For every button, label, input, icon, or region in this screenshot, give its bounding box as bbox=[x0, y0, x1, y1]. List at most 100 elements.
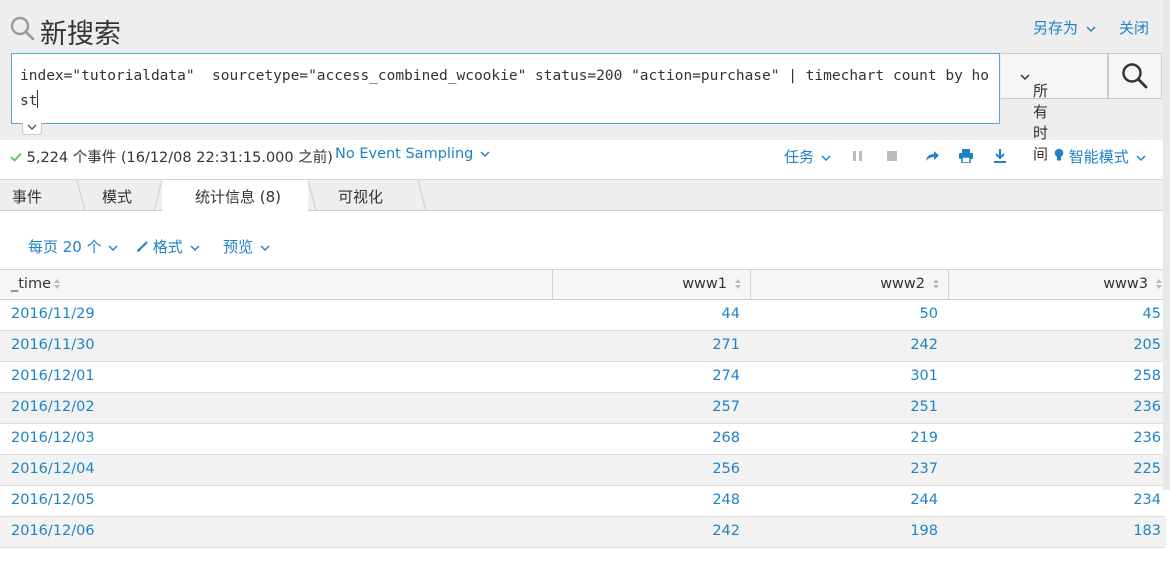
value-cell-www3[interactable]: 236 bbox=[1133, 399, 1161, 415]
close-button[interactable]: 关闭 bbox=[1119, 17, 1149, 38]
page-title: 新搜索 bbox=[40, 19, 121, 50]
time-cell[interactable]: 2016/12/02 bbox=[11, 399, 95, 415]
table-row: 2016/12/06 242 198 183 bbox=[0, 517, 1166, 548]
time-cell[interactable]: 2016/12/03 bbox=[11, 430, 95, 446]
share-icon[interactable] bbox=[924, 146, 940, 167]
value-cell-www3[interactable]: 234 bbox=[1133, 492, 1161, 508]
table-row: 2016/11/29 44 50 45 bbox=[0, 300, 1166, 331]
preview-label: 预览 bbox=[223, 238, 254, 256]
per-page-label: 每页 20 个 bbox=[28, 238, 102, 256]
sort-icon bbox=[1156, 279, 1162, 289]
text-cursor bbox=[37, 90, 39, 108]
value-cell-www2[interactable]: 219 bbox=[910, 430, 938, 446]
table-row: 2016/12/04 256 237 225 bbox=[0, 455, 1166, 486]
value-cell-www3[interactable]: 258 bbox=[1133, 368, 1161, 384]
per-page-menu[interactable]: 每页 20 个 bbox=[28, 236, 118, 257]
value-cell-www1[interactable]: 248 bbox=[712, 492, 740, 508]
event-count-status: 5,224 个事件 (16/12/08 22:31:15.000 之前) bbox=[10, 146, 333, 167]
chevron-down-icon bbox=[108, 245, 118, 252]
results-tabs: 事件 模式 统计信息 (8) 可视化 bbox=[0, 179, 1170, 212]
value-cell-www2[interactable]: 301 bbox=[910, 368, 938, 384]
page-scrollbar[interactable] bbox=[1163, 0, 1170, 490]
tab-statistics[interactable]: 统计信息 (8) bbox=[162, 180, 308, 212]
chevron-down-icon bbox=[1086, 26, 1096, 33]
tab-visualization-label: 可视化 bbox=[338, 188, 384, 206]
export-icon[interactable] bbox=[992, 146, 1008, 168]
time-cell[interactable]: 2016/12/06 bbox=[11, 523, 95, 539]
stop-icon[interactable] bbox=[886, 146, 898, 167]
column-header-www1[interactable]: www1 bbox=[553, 270, 751, 300]
time-cell[interactable]: 2016/12/01 bbox=[11, 368, 95, 384]
chevron-down-icon bbox=[27, 124, 37, 130]
search-title-icon bbox=[10, 16, 36, 46]
value-cell-www2[interactable]: 251 bbox=[910, 399, 938, 415]
table-row: 2016/12/05 248 244 234 bbox=[0, 486, 1166, 517]
value-cell-www2[interactable]: 198 bbox=[910, 523, 938, 539]
bulb-icon bbox=[1054, 148, 1064, 161]
preview-menu[interactable]: 预览 bbox=[223, 236, 270, 257]
sort-icon bbox=[54, 279, 60, 289]
pencil-icon bbox=[137, 241, 148, 252]
table-row: 2016/12/03 268 219 236 bbox=[0, 424, 1166, 455]
value-cell-www1[interactable]: 256 bbox=[712, 461, 740, 477]
event-sampling-menu[interactable]: No Event Sampling bbox=[335, 146, 490, 162]
time-range-label: 所有时间 bbox=[1033, 82, 1049, 163]
tab-patterns-label: 模式 bbox=[102, 188, 133, 206]
value-cell-www2[interactable]: 50 bbox=[920, 306, 938, 322]
tab-events[interactable]: 事件 bbox=[0, 180, 78, 211]
value-cell-www1[interactable]: 242 bbox=[712, 523, 740, 539]
time-cell[interactable]: 2016/11/29 bbox=[11, 306, 95, 322]
table-header-row: _time www1 www2 www3 bbox=[0, 269, 1166, 300]
value-cell-www3[interactable]: 236 bbox=[1133, 430, 1161, 446]
column-header-www2[interactable]: www2 bbox=[751, 270, 949, 300]
tab-events-label: 事件 bbox=[12, 188, 43, 206]
chevron-down-icon bbox=[821, 155, 831, 162]
search-query-input[interactable]: index="tutorialdata" sourcetype="access_… bbox=[11, 53, 1000, 124]
format-menu[interactable]: 格式 bbox=[137, 236, 200, 257]
value-cell-www3[interactable]: 183 bbox=[1133, 523, 1161, 539]
value-cell-www1[interactable]: 271 bbox=[712, 337, 740, 353]
chevron-down-icon bbox=[1136, 155, 1146, 162]
tab-visualization[interactable]: 可视化 bbox=[316, 180, 420, 211]
value-cell-www3[interactable]: 45 bbox=[1143, 306, 1161, 322]
search-mode-label: 智能模式 bbox=[1068, 148, 1129, 166]
pause-icon[interactable] bbox=[852, 146, 864, 167]
value-cell-www3[interactable]: 225 bbox=[1133, 461, 1161, 477]
table-row: 2016/11/30 271 242 205 bbox=[0, 331, 1166, 362]
chevron-down-icon bbox=[480, 151, 490, 158]
search-mode-menu[interactable]: 智能模式 bbox=[1054, 146, 1146, 167]
tab-patterns[interactable]: 模式 bbox=[85, 180, 155, 211]
column-header-label: www2 bbox=[880, 276, 925, 292]
time-cell[interactable]: 2016/12/04 bbox=[11, 461, 95, 477]
event-sampling-label: No Event Sampling bbox=[335, 146, 474, 162]
print-icon[interactable] bbox=[958, 146, 974, 167]
check-icon bbox=[10, 152, 22, 162]
time-cell[interactable]: 2016/11/30 bbox=[11, 337, 95, 353]
chevron-down-icon bbox=[190, 245, 200, 252]
column-header-time[interactable]: _time bbox=[0, 270, 553, 300]
event-count-text: 5,224 个事件 (16/12/08 22:31:15.000 之前) bbox=[26, 150, 333, 166]
time-range-picker[interactable]: 所有时间 bbox=[1001, 53, 1108, 163]
value-cell-www1[interactable]: 274 bbox=[712, 368, 740, 384]
job-menu[interactable]: 任务 bbox=[784, 146, 831, 167]
sort-icon bbox=[933, 279, 939, 289]
save-as-menu[interactable]: 另存为 bbox=[1033, 17, 1096, 38]
save-as-label: 另存为 bbox=[1033, 19, 1079, 37]
column-header-www3[interactable]: www3 bbox=[949, 270, 1166, 300]
job-menu-label: 任务 bbox=[784, 148, 815, 166]
value-cell-www3[interactable]: 205 bbox=[1133, 337, 1161, 353]
search-button[interactable] bbox=[1108, 53, 1162, 99]
table-row: 2016/12/02 257 251 236 bbox=[0, 393, 1166, 424]
value-cell-www1[interactable]: 44 bbox=[722, 306, 740, 322]
search-query-text: index="tutorialdata" sourcetype="access_… bbox=[20, 68, 990, 109]
chevron-down-icon bbox=[260, 245, 270, 252]
value-cell-www2[interactable]: 242 bbox=[910, 337, 938, 353]
time-cell[interactable]: 2016/12/05 bbox=[11, 492, 95, 508]
value-cell-www1[interactable]: 257 bbox=[712, 399, 740, 415]
sort-icon bbox=[735, 279, 741, 289]
expand-search-button[interactable] bbox=[22, 122, 42, 135]
value-cell-www1[interactable]: 268 bbox=[712, 430, 740, 446]
column-header-label: www3 bbox=[1103, 276, 1148, 292]
value-cell-www2[interactable]: 237 bbox=[910, 461, 938, 477]
value-cell-www2[interactable]: 244 bbox=[910, 492, 938, 508]
